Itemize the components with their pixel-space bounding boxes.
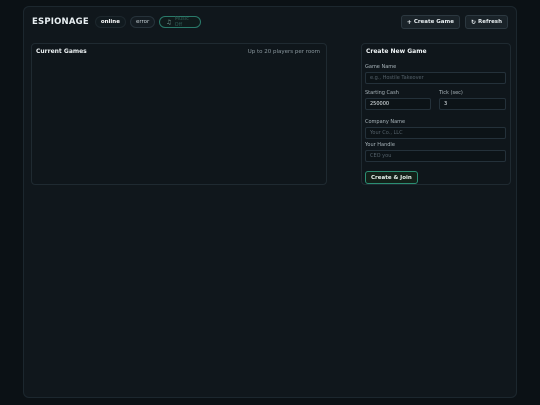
refresh-label: Refresh xyxy=(478,19,502,25)
refresh-button[interactable]: ↻ Refresh xyxy=(464,15,508,29)
game-name-label: Game Name xyxy=(365,64,397,70)
music-toggle-label: Music Off xyxy=(174,16,189,28)
create-game-header: Create New Game xyxy=(366,48,504,55)
music-toggle[interactable]: ♫ Music Off xyxy=(159,16,202,28)
create-game-label: Create Game xyxy=(413,19,454,25)
starting-cash-label: Starting Cash xyxy=(365,90,399,96)
create-game-panel: Create New Game Game Name e.g., Hostile … xyxy=(361,43,511,185)
current-games-subtitle: Up to 20 players per room xyxy=(247,48,320,55)
plus-icon: + xyxy=(406,18,412,26)
brand-title: ESPIONAGE xyxy=(32,17,89,27)
handle-input[interactable]: CEO you xyxy=(365,150,506,162)
status-error-badge: error xyxy=(129,16,156,28)
app-window: ESPIONAGE online error ♫ Music Off + Cre… xyxy=(23,6,517,398)
refresh-icon: ↻ xyxy=(470,18,476,26)
music-note-icon: ♫ xyxy=(166,18,172,26)
status-online-badge: online xyxy=(94,16,126,28)
current-games-header: Current Games Up to 20 players per room xyxy=(36,48,320,55)
game-name-input[interactable]: e.g., Hostile Takeover xyxy=(365,72,506,84)
company-name-input[interactable]: Your Co., LLC xyxy=(365,127,506,139)
top-actions: + Create Game ↻ Refresh xyxy=(400,15,508,29)
current-games-panel: Current Games Up to 20 players per room xyxy=(31,43,327,185)
top-bar: ESPIONAGE online error ♫ Music Off + Cre… xyxy=(24,7,516,37)
create-and-join-button[interactable]: Create & Join xyxy=(365,171,418,184)
tick-label: Tick (sec) xyxy=(439,90,463,96)
tick-input[interactable]: 3 xyxy=(439,98,506,110)
company-name-label: Company Name xyxy=(365,119,406,125)
starting-cash-input[interactable]: 250000 xyxy=(365,98,431,110)
create-game-title: Create New Game xyxy=(366,48,427,55)
current-games-title: Current Games xyxy=(36,48,87,55)
create-game-button[interactable]: + Create Game xyxy=(400,15,460,29)
handle-label: Your Handle xyxy=(365,142,395,148)
